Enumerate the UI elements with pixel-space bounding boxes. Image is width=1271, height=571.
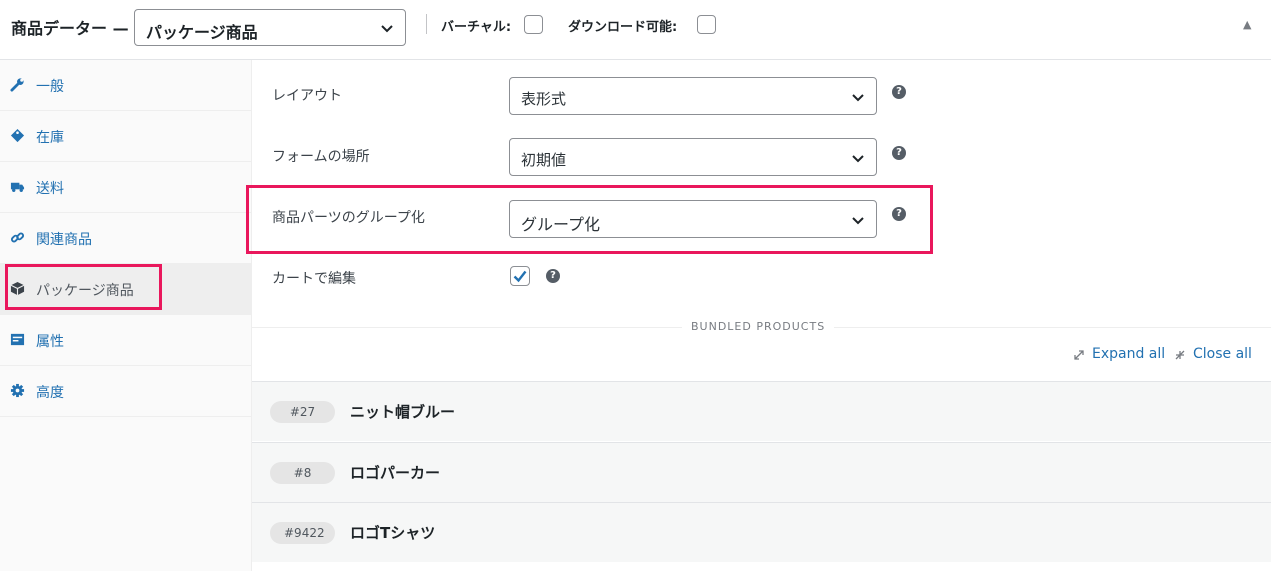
chevron-down-icon [379, 20, 395, 36]
bundled-item-row[interactable]: #27 ニット帽ブルー [252, 381, 1271, 441]
layout-select[interactable]: 表形式 [509, 77, 877, 115]
tab-advanced[interactable]: 高度 [0, 366, 251, 417]
downloadable-checkbox[interactable] [697, 15, 716, 34]
header-separator [426, 14, 427, 34]
tab-attributes-label: 属性 [36, 334, 64, 350]
expand-all-link[interactable]: Expand all [1092, 346, 1165, 362]
tab-general-label: 一般 [36, 79, 64, 95]
layout-label: レイアウト [272, 88, 342, 104]
tab-linked-products-label: 関連商品 [36, 232, 92, 248]
form-location-select[interactable]: 初期値 [509, 138, 877, 176]
tab-shipping-label: 送料 [36, 181, 64, 197]
collapse-icon[interactable] [1174, 349, 1186, 361]
link-icon [10, 230, 26, 246]
close-all-link[interactable]: Close all [1193, 346, 1252, 362]
virtual-label: バーチャル: [441, 20, 512, 35]
tab-linked-products[interactable]: 関連商品 [0, 213, 251, 264]
tag-icon [10, 128, 26, 144]
chevron-down-icon [850, 150, 866, 166]
chevron-down-icon [850, 89, 866, 105]
help-icon[interactable]: ? [546, 269, 560, 283]
help-icon[interactable]: ? [892, 146, 906, 160]
active-tab-highlight [5, 264, 162, 310]
downloadable-label: ダウンロード可能: [568, 20, 678, 35]
tab-advanced-label: 高度 [36, 385, 64, 401]
product-name: ニット帽ブルー [350, 403, 456, 421]
product-type-value: パッケージ商品 [146, 23, 258, 42]
header-title: 商品データー — [11, 19, 129, 38]
gear-icon [10, 383, 26, 399]
tab-inventory[interactable]: 在庫 [0, 111, 251, 162]
product-id-badge: #8 [270, 462, 335, 484]
form-location-label: フォームの場所 [272, 149, 370, 165]
bundled-item-row[interactable]: #8 ロゴパーカー [252, 442, 1271, 502]
tab-attributes[interactable]: 属性 [0, 315, 251, 366]
product-data-header: 商品データー — パッケージ商品 バーチャル: ダウンロード可能: ▲ [0, 0, 1271, 60]
grouping-highlight [246, 185, 933, 254]
product-type-select[interactable]: パッケージ商品 [134, 9, 406, 46]
collapse-arrow-icon[interactable]: ▲ [1243, 18, 1251, 31]
product-name: ロゴパーカー [350, 464, 441, 482]
product-name: ロゴTシャツ [350, 524, 436, 542]
form-location-value: 初期値 [521, 151, 567, 169]
list-icon [10, 332, 26, 348]
tab-shipping[interactable]: 送料 [0, 162, 251, 213]
virtual-checkbox[interactable] [524, 15, 543, 34]
bundled-item-row[interactable]: #9422 ロゴTシャツ [252, 502, 1271, 562]
expand-icon[interactable] [1073, 349, 1085, 361]
product-id-badge: #9422 [270, 522, 335, 544]
layout-value: 表形式 [521, 90, 567, 108]
tab-general[interactable]: 一般 [0, 60, 251, 111]
edit-in-cart-label: カートで編集 [272, 271, 356, 287]
help-icon[interactable]: ? [892, 85, 906, 99]
edit-in-cart-checkbox[interactable] [510, 266, 530, 286]
wrench-icon [10, 77, 26, 93]
bundled-products-heading: BUNDLED PRODUCTS [682, 320, 835, 333]
tab-inventory-label: 在庫 [36, 130, 64, 146]
product-data-tabs: 一般 在庫 送料 関連商品 パッケージ商品 属性 高度 [0, 60, 252, 571]
truck-icon [10, 179, 26, 195]
product-id-badge: #27 [270, 401, 335, 423]
